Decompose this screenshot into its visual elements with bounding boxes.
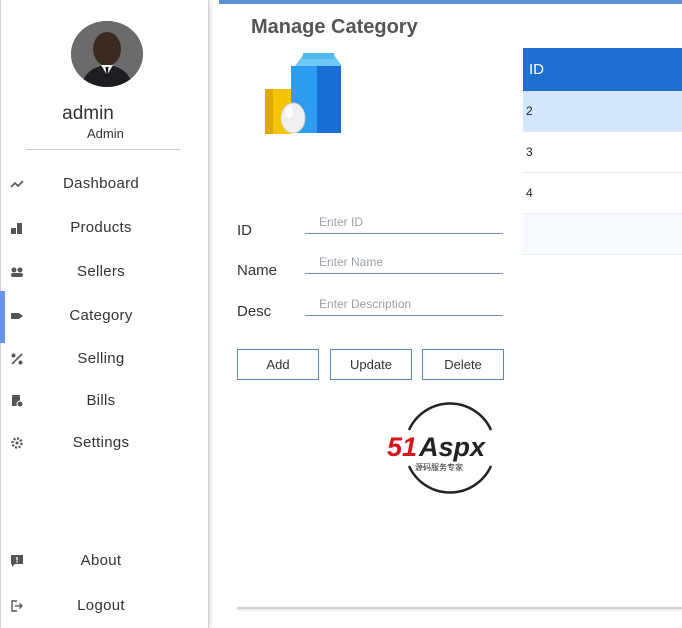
sidebar-item-settings[interactable]: Settings	[1, 428, 207, 460]
sidebar-item-label: Bills	[86, 392, 116, 409]
sidebar-item-logout[interactable]: Logout	[1, 591, 207, 623]
sidebar-item-label: Dashboard	[62, 175, 140, 192]
delete-button[interactable]: Delete	[422, 349, 504, 380]
svg-text:Aspx: Aspx	[418, 432, 486, 462]
id-input[interactable]	[305, 210, 503, 234]
avatar	[71, 21, 143, 87]
sidebar-item-dashboard[interactable]: Dashboard	[1, 169, 207, 201]
name-label: Name	[237, 262, 278, 279]
description-input[interactable]	[305, 292, 503, 316]
sidebar-item-label: Sellers	[77, 263, 125, 280]
table-header-id: ID	[523, 48, 682, 91]
sidebar-item-label: Settings	[72, 434, 130, 451]
name-input[interactable]	[305, 250, 503, 274]
sidebar-item-label: About	[80, 552, 122, 569]
table-row[interactable]	[523, 214, 682, 255]
table-row[interactable]: 2	[523, 91, 682, 132]
brand-logo: 51 Aspx 源码服务专家	[387, 402, 513, 499]
bottom-divider	[237, 607, 682, 609]
id-label: ID	[237, 222, 252, 239]
sidebar-item-products[interactable]: Products	[1, 213, 207, 245]
user-name: admin	[62, 103, 114, 124]
app-window: admin Admin Dashboard Products Sellers C…	[0, 0, 682, 628]
sidebar-item-category[interactable]: Category	[0, 291, 207, 343]
svg-text:源码服务专家: 源码服务专家	[415, 462, 463, 472]
desc-label: Desc	[237, 303, 272, 320]
sidebar-item-label: Selling	[77, 350, 125, 367]
sidebar: admin Admin Dashboard Products Sellers C…	[0, 0, 209, 628]
sidebar-item-selling[interactable]: Selling	[1, 344, 207, 376]
user-role: Admin	[87, 126, 124, 141]
sidebar-divider	[26, 149, 180, 150]
sidebar-item-about[interactable]: About	[1, 546, 207, 578]
page-title: Manage Category	[251, 16, 418, 38]
svg-text:51: 51	[387, 432, 417, 462]
update-button[interactable]: Update	[330, 349, 412, 380]
top-accent-bar	[219, 0, 682, 4]
table-row[interactable]: 3	[523, 132, 682, 173]
sidebar-item-label: Logout	[77, 597, 125, 614]
add-button[interactable]: Add	[237, 349, 319, 380]
sidebar-item-label: Category	[69, 307, 133, 324]
category-illustration-icon	[262, 52, 344, 143]
sidebar-item-bills[interactable]: Bills	[1, 386, 207, 418]
sidebar-item-label: Products	[70, 219, 132, 236]
sidebar-item-sellers[interactable]: Sellers	[1, 257, 207, 289]
category-table: ID 2 3 4	[523, 48, 682, 255]
table-row[interactable]: 4	[523, 173, 682, 214]
